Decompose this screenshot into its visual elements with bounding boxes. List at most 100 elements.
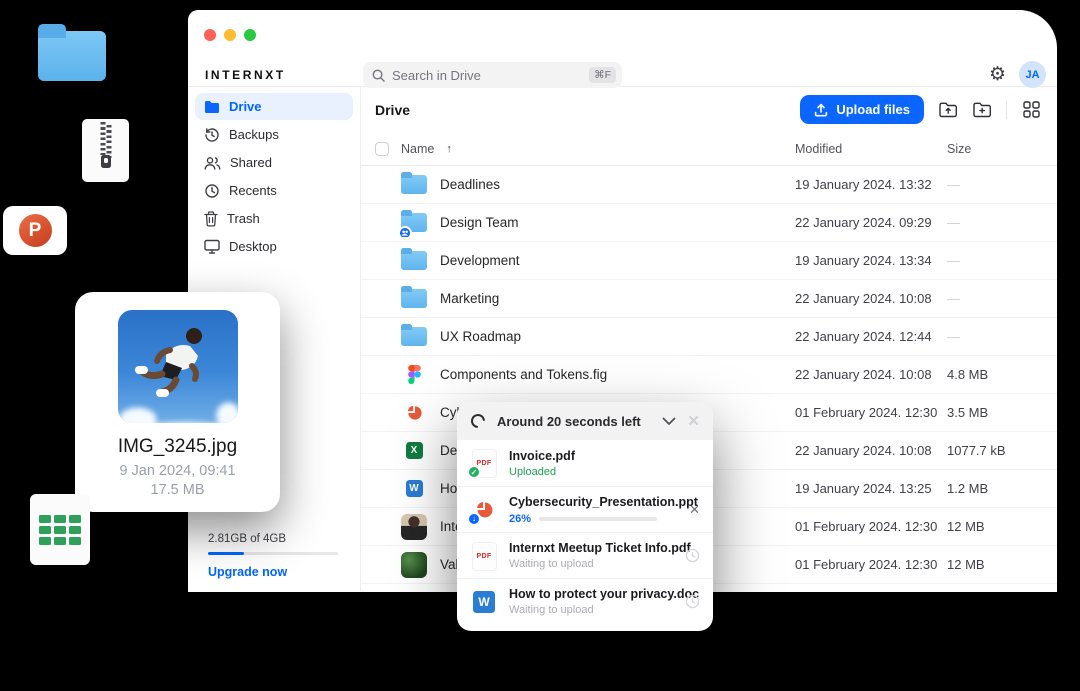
close-window-button[interactable] bbox=[204, 29, 216, 41]
grid-view-button[interactable] bbox=[1021, 100, 1041, 120]
upload-item-name: Invoice.pdf bbox=[509, 449, 700, 463]
sidebar-item-trash[interactable]: Trash bbox=[195, 205, 353, 232]
grid-view-icon bbox=[1023, 101, 1040, 118]
recents-clock-icon bbox=[204, 183, 220, 199]
shared-users-icon bbox=[204, 156, 221, 170]
word-icon: W bbox=[406, 480, 423, 497]
backup-clock-icon bbox=[204, 127, 220, 143]
storage-bar bbox=[208, 552, 338, 555]
table-row[interactable]: UX Roadmap 22 January 2024. 12:44 — bbox=[361, 318, 1057, 356]
stage: IMG_3245.jpg 9 Jan 2024, 09:41 17.5 MB I… bbox=[0, 0, 1080, 691]
upload-icon bbox=[814, 103, 828, 117]
list-header: Name ↑ Modified Size bbox=[361, 132, 1057, 166]
internxt-logo: INTERNXT bbox=[205, 68, 286, 82]
shared-badge-icon bbox=[398, 226, 412, 237]
upload-folder-button[interactable] bbox=[938, 100, 958, 120]
zipper-pull-icon bbox=[101, 155, 111, 168]
toolbar-divider bbox=[1006, 101, 1007, 119]
photo-thumbnail bbox=[401, 514, 427, 540]
search-shortcut-badge: ⌘F bbox=[589, 67, 616, 83]
chevron-down-icon[interactable] bbox=[662, 417, 676, 426]
close-popup-icon[interactable]: ✕ bbox=[687, 412, 700, 430]
sort-arrow-icon[interactable]: ↑ bbox=[446, 143, 452, 155]
column-name[interactable]: Name bbox=[401, 142, 434, 156]
sidebar-item-shared[interactable]: Shared bbox=[195, 149, 353, 176]
sidebar-item-label: Recents bbox=[229, 183, 277, 198]
storage-meter: 2.81GB of 4GB Upgrade now bbox=[208, 533, 340, 579]
window-topbar: INTERNXT ⌘F ⚙ JA bbox=[188, 10, 1057, 87]
trash-icon bbox=[204, 211, 218, 227]
uploaded-check-icon: ✓ bbox=[467, 465, 481, 479]
upload-item-status: Waiting to upload bbox=[509, 604, 674, 616]
upload-item-status: Waiting to upload bbox=[509, 558, 674, 570]
image-date: 9 Jan 2024, 09:41 bbox=[75, 463, 280, 479]
upload-popup-header: Around 20 seconds left ✕ bbox=[457, 402, 713, 440]
column-modified[interactable]: Modified bbox=[795, 142, 947, 156]
sidebar-item-label: Desktop bbox=[229, 239, 277, 254]
table-row[interactable]: Development 19 January 2024. 13:34 — bbox=[361, 242, 1057, 280]
image-size: 17.5 MB bbox=[75, 482, 280, 498]
floating-powerpoint-icon bbox=[3, 206, 67, 255]
upload-item-name: Internxt Meetup Ticket Info.pdf bbox=[509, 541, 674, 555]
zoom-window-button[interactable] bbox=[244, 29, 256, 41]
upload-item-name: How to protect your privacy.doc bbox=[509, 587, 674, 601]
upload-item-status: Uploaded bbox=[509, 466, 700, 478]
table-row[interactable]: Deadlines 19 January 2024. 13:32 — bbox=[361, 166, 1057, 204]
waiting-clock-icon bbox=[685, 548, 700, 563]
folder-upload-icon bbox=[939, 102, 958, 118]
upload-progress-popup: Around 20 seconds left ✕ PDF ✓ Invoice.p… bbox=[457, 402, 713, 631]
page-title: Drive bbox=[375, 102, 410, 118]
new-folder-button[interactable] bbox=[972, 100, 992, 120]
sidebar-item-drive[interactable]: Drive bbox=[195, 93, 353, 120]
image-filename: IMG_3245.jpg bbox=[75, 436, 280, 458]
folder-icon bbox=[204, 100, 220, 114]
sidebar-item-label: Shared bbox=[230, 155, 272, 170]
settings-gear-icon[interactable]: ⚙ bbox=[989, 65, 1008, 84]
upload-files-label: Upload files bbox=[836, 102, 910, 117]
excel-icon: X bbox=[406, 442, 423, 459]
uploading-arrow-icon: ↓ bbox=[467, 512, 481, 526]
upload-item: W How to protect your privacy.doc Waitin… bbox=[457, 578, 713, 624]
word-icon: W bbox=[473, 591, 495, 613]
upload-files-button[interactable]: Upload files bbox=[800, 95, 924, 124]
sidebar-item-label: Trash bbox=[227, 211, 260, 226]
waiting-clock-icon bbox=[685, 594, 700, 609]
minimize-window-button[interactable] bbox=[224, 29, 236, 41]
sidebar-item-desktop[interactable]: Desktop bbox=[195, 233, 353, 260]
floating-zip-icon bbox=[82, 119, 129, 182]
folder-plus-icon bbox=[973, 102, 992, 118]
table-row[interactable]: Marketing 22 January 2024. 10:08 — bbox=[361, 280, 1057, 318]
upload-percent-label: 26% bbox=[509, 513, 531, 525]
search-bar[interactable]: ⌘F bbox=[363, 62, 622, 88]
select-all-checkbox[interactable] bbox=[375, 142, 389, 156]
upload-eta-label: Around 20 seconds left bbox=[497, 414, 651, 429]
avatar[interactable]: JA bbox=[1019, 61, 1046, 88]
powerpoint-logo-icon bbox=[19, 214, 52, 247]
sidebar-item-backups[interactable]: Backups bbox=[195, 121, 353, 148]
table-row[interactable]: Components and Tokens.fig 22 January 202… bbox=[361, 356, 1057, 394]
spinner-icon bbox=[470, 413, 486, 429]
upload-item: ↓ Cybersecurity_Presentation.ppt 26% ✕ bbox=[457, 486, 713, 532]
upload-item-name: Cybersecurity_Presentation.ppt bbox=[509, 495, 678, 509]
search-icon bbox=[372, 69, 385, 82]
upload-item: PDF ✓ Invoice.pdf Uploaded bbox=[457, 440, 713, 486]
storage-bar-fill bbox=[208, 552, 244, 555]
window-controls bbox=[204, 29, 256, 41]
upload-item: PDF Internxt Meetup Ticket Info.pdf Wait… bbox=[457, 532, 713, 578]
floating-folder-icon bbox=[38, 31, 106, 81]
upgrade-now-link[interactable]: Upgrade now bbox=[208, 565, 340, 579]
folder-icon bbox=[401, 251, 427, 270]
table-row[interactable]: Design Team 22 January 2024. 09:29 — bbox=[361, 204, 1057, 242]
powerpoint-pie-icon bbox=[406, 404, 423, 421]
folder-icon bbox=[401, 327, 427, 346]
photo-thumbnail bbox=[118, 310, 238, 423]
folder-icon bbox=[401, 289, 427, 308]
search-input[interactable] bbox=[392, 68, 582, 83]
desktop-icon bbox=[204, 239, 220, 254]
floating-spreadsheet-icon bbox=[30, 494, 90, 565]
storage-usage-label: 2.81GB of 4GB bbox=[208, 533, 340, 545]
cancel-upload-icon[interactable]: ✕ bbox=[689, 502, 700, 518]
column-size[interactable]: Size bbox=[947, 142, 1057, 156]
sidebar-item-recents[interactable]: Recents bbox=[195, 177, 353, 204]
pdf-icon: PDF bbox=[472, 542, 497, 571]
